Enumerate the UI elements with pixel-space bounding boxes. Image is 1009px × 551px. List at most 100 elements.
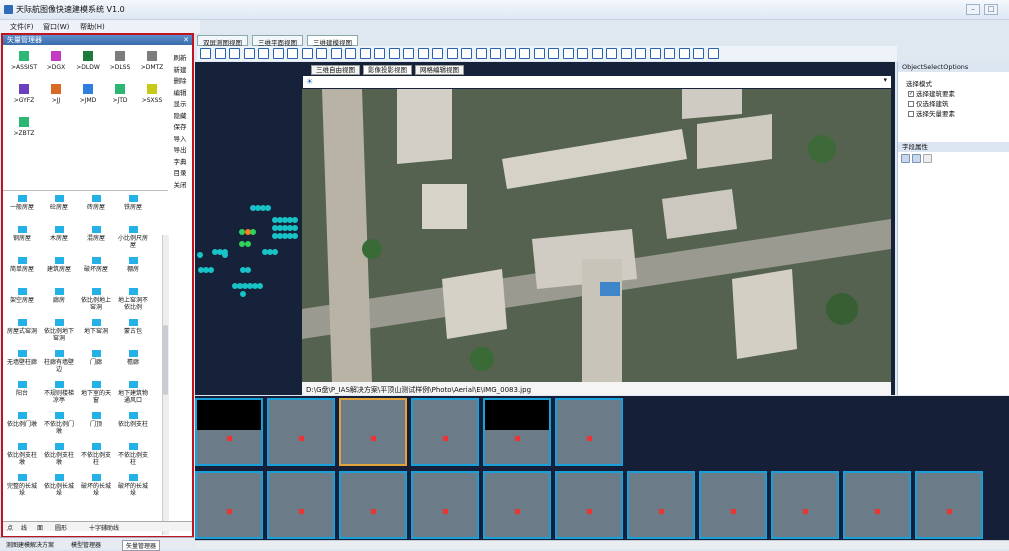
tool-icon[interactable] — [649, 48, 661, 59]
camera-point[interactable] — [292, 217, 298, 223]
checkbox-icon[interactable] — [908, 101, 914, 107]
sun-icon[interactable]: ☀ — [306, 77, 313, 86]
checkbox-icon[interactable] — [908, 111, 914, 117]
image-thumbnail[interactable] — [195, 471, 263, 539]
tool-icon[interactable] — [330, 48, 342, 59]
tool-icon[interactable] — [200, 48, 211, 59]
side-button[interactable]: 导入 — [169, 133, 191, 143]
image-thumbnail[interactable] — [267, 398, 335, 466]
layer-item[interactable]: >DLDW — [70, 51, 106, 71]
symbol-item[interactable]: 破坏的长城垛 — [79, 474, 113, 497]
image-thumbnail[interactable] — [411, 471, 479, 539]
mode-polygon[interactable]: 面 — [37, 523, 43, 532]
image-thumbnail[interactable] — [267, 471, 335, 539]
image-thumbnail[interactable] — [411, 398, 479, 466]
tool-icon[interactable] — [301, 48, 313, 59]
tool-icon[interactable] — [475, 48, 487, 59]
symbol-item[interactable]: 破坏房屋 — [79, 257, 113, 273]
symbol-item[interactable]: 一般房屋 — [5, 195, 39, 211]
layer-item[interactable]: >DMTZ — [134, 51, 170, 71]
menu-window[interactable]: 窗口(W) — [43, 22, 69, 32]
symbol-item[interactable]: 建筑房屋 — [42, 257, 76, 273]
camera-point[interactable] — [197, 252, 203, 258]
tab-dual-screen[interactable]: 双屏测图视图 — [197, 35, 248, 47]
tool-icon[interactable] — [693, 48, 704, 59]
symbol-item[interactable]: 不依比例支柱 — [116, 443, 150, 466]
symbol-item[interactable]: 不规则楼梯凉亭 — [42, 381, 76, 404]
symbol-item[interactable]: 无墙壁柱廊 — [5, 350, 39, 366]
symbol-item[interactable]: 地上窑洞不依比例 — [116, 288, 150, 311]
tool-icon[interactable] — [417, 48, 429, 59]
scene-3d-view[interactable] — [195, 62, 302, 395]
side-button[interactable]: 显示 — [169, 98, 191, 108]
tool-icon[interactable] — [606, 48, 617, 59]
grid-icon[interactable] — [901, 154, 910, 163]
tool-icon[interactable] — [635, 48, 646, 59]
tool-icon[interactable] — [432, 48, 443, 59]
tool-icon[interactable] — [707, 48, 719, 59]
image-thumbnail[interactable] — [339, 471, 407, 539]
symbol-item[interactable]: 门廊 — [79, 350, 113, 366]
image-thumbnail[interactable] — [915, 471, 983, 539]
layer-item[interactable]: >DGX — [38, 51, 74, 71]
image-thumbnail[interactable] — [555, 471, 623, 539]
symbol-item[interactable]: 钢房屋 — [5, 226, 39, 242]
tool-icon[interactable] — [490, 48, 501, 59]
layer-item[interactable]: >DLSS — [102, 51, 138, 71]
side-button[interactable]: 删除 — [169, 75, 191, 85]
image-thumbnail[interactable] — [699, 471, 767, 539]
side-button[interactable]: 编辑 — [169, 87, 191, 97]
tool-icon[interactable] — [403, 48, 414, 59]
mode-circle[interactable]: 圆形 — [55, 523, 67, 532]
side-button[interactable]: 隐藏 — [169, 110, 191, 120]
mode-line[interactable]: 线 — [21, 523, 27, 532]
tab-image-projection[interactable]: 影像投影视图 — [363, 65, 412, 75]
camera-point[interactable] — [240, 291, 246, 297]
minimize-button[interactable]: – — [966, 4, 980, 15]
tool-icon[interactable] — [591, 48, 603, 59]
symbol-item[interactable]: 铁房屋 — [116, 195, 150, 211]
symbol-item[interactable]: 砼房屋 — [42, 195, 76, 211]
viewer-area[interactable]: 三维自由视图 影像投影视图 网格编辑视图 ☀ ▾ D:\G盘\P_IAS解决方案… — [195, 62, 895, 395]
symbol-item[interactable]: 砖房屋 — [79, 195, 113, 211]
option-checkbox[interactable]: 仅选择建筑 — [908, 98, 949, 108]
image-thumbnail[interactable] — [195, 398, 263, 466]
symbol-item[interactable]: 依比例长城垛 — [42, 474, 76, 497]
tool-icon[interactable] — [548, 48, 559, 59]
tool-icon[interactable] — [664, 48, 675, 59]
symbol-item[interactable]: 蒙古包 — [116, 319, 150, 335]
close-icon[interactable]: ✕ — [183, 35, 189, 45]
tool-icon[interactable] — [214, 48, 226, 59]
aerial-image[interactable] — [302, 89, 891, 382]
filmstrip-scrollbar[interactable] — [195, 540, 1009, 549]
tool-icon[interactable] — [620, 48, 632, 59]
camera-point-active[interactable] — [245, 241, 251, 247]
sort-icons[interactable] — [901, 154, 933, 165]
layer-item[interactable]: >JTD — [102, 84, 138, 104]
tool-icon[interactable] — [519, 48, 530, 59]
image-thumbnail[interactable] — [555, 398, 623, 466]
side-button[interactable]: 字典 — [169, 156, 191, 166]
tool-icon[interactable] — [678, 48, 690, 59]
tool-icon[interactable] — [229, 48, 240, 59]
option-checkbox[interactable]: 选择矢量要素 — [908, 108, 955, 118]
tab-solutions[interactable]: 测图建模解决方案 — [3, 540, 57, 549]
tool-icon[interactable] — [243, 48, 255, 59]
symbol-item[interactable]: 房屋式窑洞 — [5, 319, 39, 335]
menu-file[interactable]: 文件(F) — [10, 22, 34, 32]
symbol-item[interactable]: 阳台 — [5, 381, 39, 397]
scrollbar-thumb[interactable] — [163, 325, 168, 395]
symbol-item[interactable]: 不依比例支柱 — [79, 443, 113, 466]
layer-item[interactable]: >GYFZ — [6, 84, 42, 104]
camera-point[interactable] — [245, 267, 251, 273]
symbol-item[interactable]: 木房屋 — [42, 226, 76, 242]
symbol-item[interactable]: 架空房屋 — [5, 288, 39, 304]
symbol-item[interactable]: 依比例门墩 — [5, 412, 39, 428]
sort-icon[interactable] — [912, 154, 922, 163]
symbol-item[interactable]: 依比例地上窑洞 — [79, 288, 113, 311]
symbol-item[interactable]: 地下建筑物通风口 — [116, 381, 150, 404]
symbol-item[interactable]: 不依比例门墩 — [42, 412, 76, 435]
image-thumbnail[interactable] — [627, 471, 695, 539]
tool-icon[interactable] — [461, 48, 472, 59]
symbol-item[interactable]: 地下窑洞 — [79, 319, 113, 335]
